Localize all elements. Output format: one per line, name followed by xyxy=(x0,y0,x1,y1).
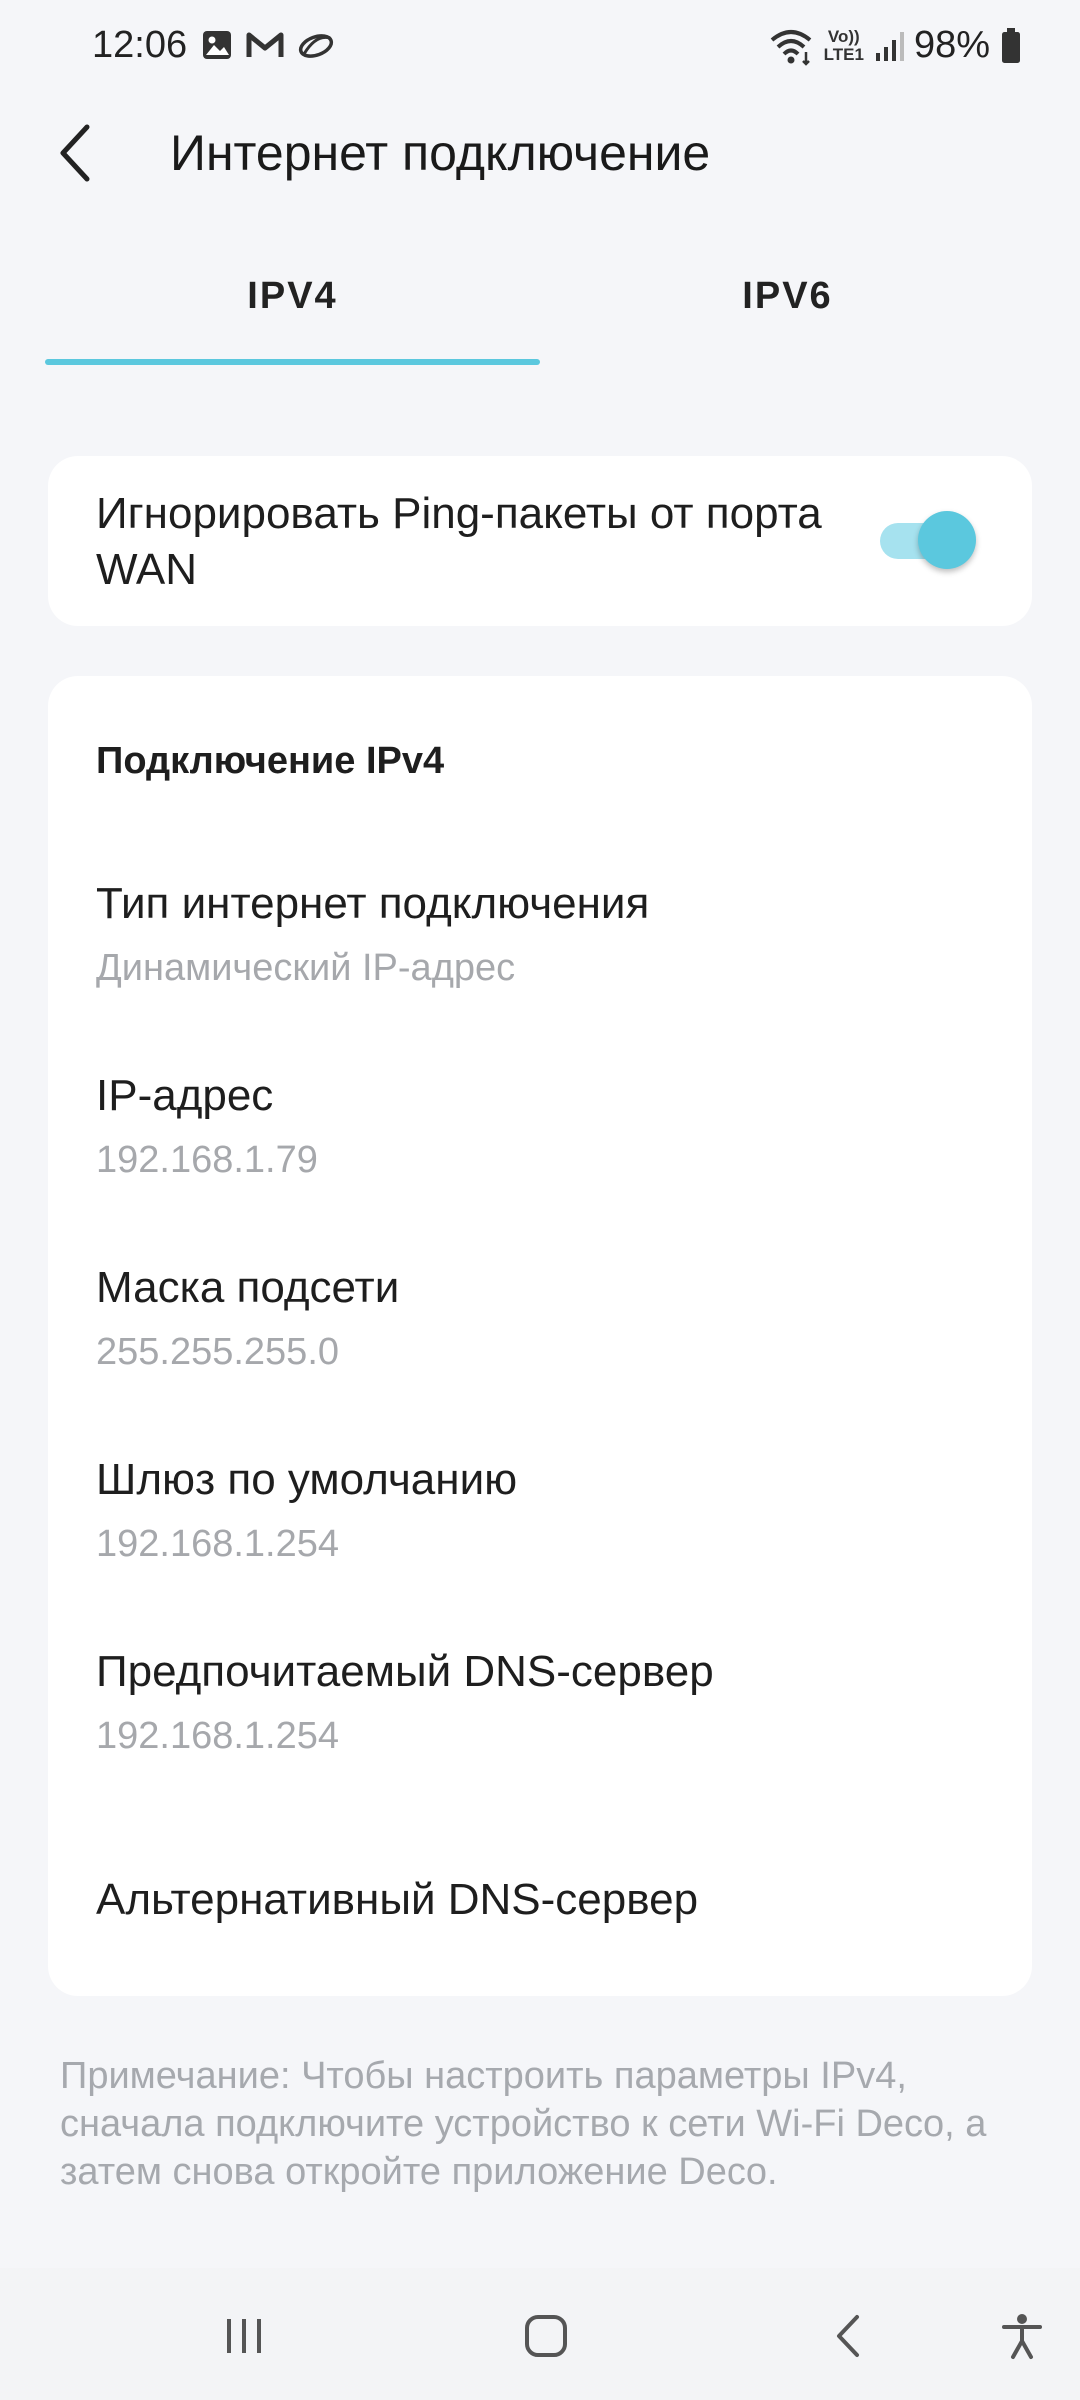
accessibility-icon xyxy=(1002,2314,1042,2359)
toggle-knob xyxy=(918,511,976,569)
volte-text: Vo)) xyxy=(827,26,860,46)
field-value: 192.168.1.254 xyxy=(96,1523,340,1565)
gallery-icon xyxy=(203,31,231,59)
field-preferred-dns: Предпочитаемый DNS-сервер 192.168.1.254 xyxy=(96,1644,996,1760)
back-arrow-icon xyxy=(60,124,90,182)
field-ip-address: IP-адрес 192.168.1.79 xyxy=(96,1068,996,1184)
active-tab-indicator xyxy=(45,359,540,365)
page-title: Интернет подключение xyxy=(170,125,711,181)
wifi-icon xyxy=(770,29,811,66)
cloud-icon xyxy=(298,34,334,58)
field-value: 192.168.1.79 xyxy=(96,1139,318,1181)
tab-ipv6[interactable]: IPV6 xyxy=(540,275,1035,318)
status-bar: 12:06 Vo)) LTE1 98% xyxy=(0,0,1080,96)
field-label: Шлюз по умолчанию xyxy=(96,1455,518,1504)
recent-apps-icon xyxy=(227,2319,261,2353)
status-system-icons: Vo)) LTE1 98% xyxy=(768,24,1022,67)
app-header: Интернет подключение xyxy=(0,110,1080,200)
field-value: Динамический IP-адрес xyxy=(96,947,516,989)
field-label: Тип интернет подключения xyxy=(96,879,650,928)
ping-toggle[interactable] xyxy=(880,511,976,571)
status-notification-icons xyxy=(200,28,336,62)
tab-ipv4[interactable]: IPV4 xyxy=(45,275,540,318)
ipv4-note: Примечание: Чтобы настроить параметры IP… xyxy=(60,2055,987,2193)
accessibility-button[interactable] xyxy=(982,2296,1062,2376)
ping-setting-label: Игнорировать Ping-пакеты от порта WAN xyxy=(96,489,822,594)
field-subnet-mask: Маска подсети 255.255.255.0 xyxy=(96,1260,996,1376)
ping-setting-card: Игнорировать Ping-пакеты от порта WAN xyxy=(48,456,1032,626)
back-button[interactable] xyxy=(40,118,110,188)
field-label: Предпочитаемый DNS-сервер xyxy=(96,1647,714,1696)
lte-text: LTE1 xyxy=(823,44,864,64)
tab-bar: IPV4 IPV6 xyxy=(45,255,1035,365)
field-alternate-dns: Альтернативный DNS-сервер xyxy=(96,1872,996,1940)
battery-icon xyxy=(1002,27,1020,63)
home-icon xyxy=(525,2315,567,2357)
back-icon xyxy=(837,2315,859,2357)
section-title: Подключение IPv4 xyxy=(96,740,445,782)
signal-icon xyxy=(875,31,904,61)
status-time: 12:06 xyxy=(92,24,188,66)
nav-back-button[interactable] xyxy=(810,2296,890,2376)
field-label: Маска подсети xyxy=(96,1263,400,1312)
recent-apps-button[interactable] xyxy=(204,2296,284,2376)
field-label: Альтернативный DNS-сервер xyxy=(96,1875,699,1924)
field-value: 255.255.255.0 xyxy=(96,1331,340,1373)
gmail-icon xyxy=(246,32,284,57)
home-button[interactable] xyxy=(506,2296,586,2376)
battery-percentage: 98% xyxy=(913,24,990,66)
system-nav-bar xyxy=(0,2268,1080,2400)
field-value: 192.168.1.254 xyxy=(96,1715,340,1757)
field-default-gateway: Шлюз по умолчанию 192.168.1.254 xyxy=(96,1452,996,1568)
ipv4-connection-card: Подключение IPv4 Тип интернет подключени… xyxy=(48,676,1032,1996)
field-connection-type[interactable]: Тип интернет подключения Динамический IP… xyxy=(96,876,996,992)
volte-icon: Vo)) LTE1 xyxy=(823,26,864,64)
field-label: IP-адрес xyxy=(96,1071,274,1120)
